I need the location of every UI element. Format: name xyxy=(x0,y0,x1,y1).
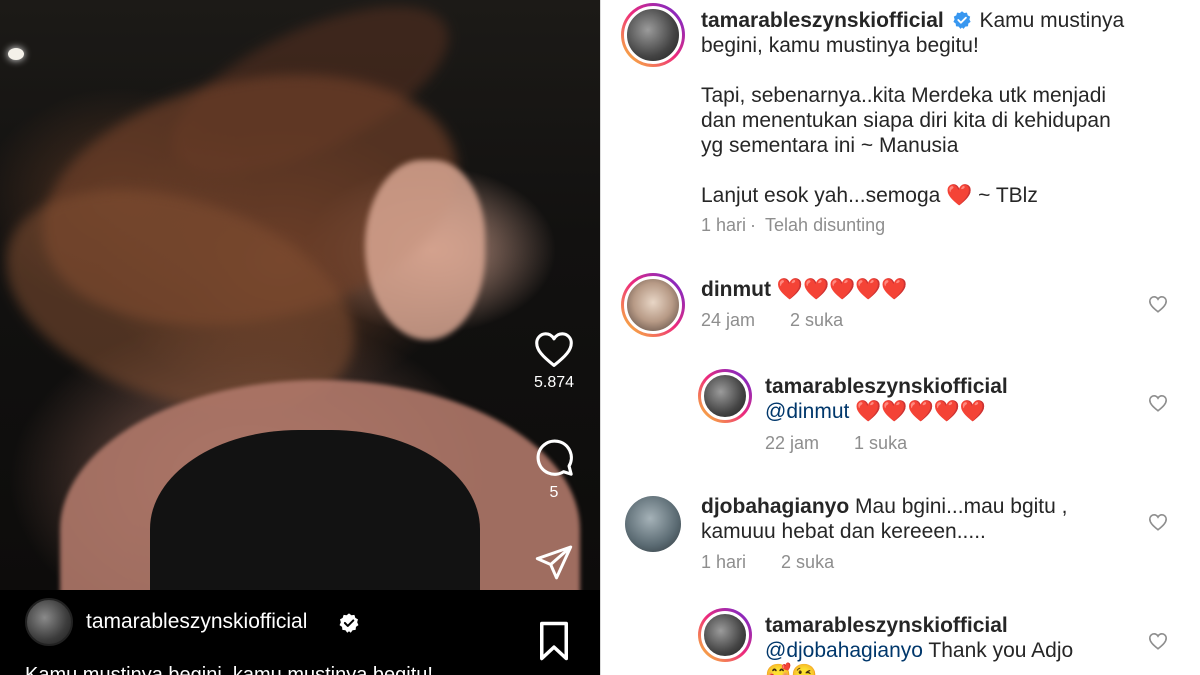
comment-body: 🥰😘 xyxy=(765,664,817,675)
reply-username-line: tamarableszynskiofficial xyxy=(765,374,1008,399)
post-edited: Telah disunting xyxy=(765,215,886,235)
like-heart-icon[interactable] xyxy=(1148,513,1168,531)
share-icon[interactable] xyxy=(534,542,574,582)
comment-time[interactable]: 1 hari xyxy=(701,552,746,572)
caption-line: Tapi, sebenarnya..kita Merdeka utk menja… xyxy=(701,84,1107,107)
comment-likes[interactable]: 1 suka xyxy=(854,433,907,453)
avatar[interactable] xyxy=(625,496,681,552)
mention-link[interactable]: @djobahagianyo xyxy=(765,639,923,662)
caption-line: Lanjut esok yah...semoga ❤️ ~ TBlz xyxy=(701,184,1038,207)
reel-video-panel[interactable]: 5.874 5 tamarableszynskiofficial Kamu mu… xyxy=(0,0,600,675)
comment-meta: 24 jam 2 suka xyxy=(701,310,873,331)
like-heart-icon[interactable] xyxy=(1148,632,1168,650)
bookmark-icon[interactable] xyxy=(536,620,572,662)
avatar[interactable] xyxy=(698,608,752,662)
comment-body: ❤️❤️❤️❤️❤️ xyxy=(776,278,908,301)
comment-username[interactable]: tamarableszynskiofficial xyxy=(765,614,1008,637)
comment-username[interactable]: tamarableszynskiofficial xyxy=(765,375,1008,398)
post-time[interactable]: 1 hari xyxy=(701,215,746,235)
comment-meta: 1 hari 2 suka xyxy=(701,552,864,573)
avatar[interactable] xyxy=(621,3,685,67)
caption-line: begini, kamu mustinya begitu! xyxy=(701,34,979,57)
caption-line: dan menentukan siapa diri kita di kehidu… xyxy=(701,109,1111,132)
mention-link[interactable]: @dinmut xyxy=(765,400,849,423)
verified-badge-icon xyxy=(953,11,971,29)
reply-username-line: tamarableszynskiofficial xyxy=(765,613,1008,638)
comment-time[interactable]: 22 jam xyxy=(765,433,819,453)
reply-text: @dinmut ❤️❤️❤️❤️❤️ xyxy=(765,399,986,424)
author-username[interactable]: tamarableszynskiofficial xyxy=(86,610,307,634)
likes-count: 5.874 xyxy=(533,374,575,391)
caption-line: yg sementara ini ~ Manusia xyxy=(701,134,959,157)
heart-icon[interactable] xyxy=(533,330,575,368)
share-action[interactable] xyxy=(524,542,584,582)
comment-likes[interactable]: 2 suka xyxy=(790,310,843,330)
comment-action[interactable]: 5 xyxy=(524,436,584,502)
like-heart-icon[interactable] xyxy=(1148,295,1168,313)
reply-emoji-line: 🥰😘 xyxy=(765,663,817,675)
video-content-light xyxy=(8,48,24,60)
comment-text: djobahagianyo Mau bgini...mau bgitu , ka… xyxy=(701,494,1131,544)
video-author-bar: tamarableszynskiofficial Kamu mustinya b… xyxy=(0,590,600,675)
comment-text: dinmut ❤️❤️❤️❤️❤️ xyxy=(701,277,908,302)
reply-text: @djobahagianyo Thank you Adjo xyxy=(765,638,1073,663)
post-username[interactable]: tamarableszynskiofficial xyxy=(701,9,944,32)
comment-likes[interactable]: 2 suka xyxy=(781,552,834,572)
caption-line: Kamu mustinya xyxy=(979,9,1125,32)
comment-body: kamuuu hebat dan kereeen..... xyxy=(701,520,986,543)
like-action[interactable]: 5.874 xyxy=(524,330,584,392)
comments-count: 5 xyxy=(549,484,559,501)
post-meta: 1 hari · Telah disunting xyxy=(701,215,886,235)
comment-body: Thank you Adjo xyxy=(928,639,1074,662)
comment-username[interactable]: dinmut xyxy=(701,278,771,301)
caption-preview[interactable]: Kamu mustinya begini, kamu mustinya begi… xyxy=(25,664,455,675)
like-heart-icon[interactable] xyxy=(1148,394,1168,412)
avatar[interactable] xyxy=(698,369,752,423)
video-content-face xyxy=(365,160,485,340)
video-frame[interactable] xyxy=(0,0,600,675)
avatar[interactable] xyxy=(25,598,73,646)
comment-username[interactable]: djobahagianyo xyxy=(701,495,849,518)
comments-panel: tamarableszynskiofficial Kamu mustinya b… xyxy=(600,0,1200,675)
comment-meta: 22 jam 1 suka xyxy=(765,433,937,454)
comment-time[interactable]: 24 jam xyxy=(701,310,755,330)
comment-body: Mau bgini...mau bgitu , xyxy=(855,495,1068,518)
post-caption: tamarableszynskiofficial Kamu mustinya b… xyxy=(701,8,1181,208)
verified-badge-icon xyxy=(339,613,359,633)
comment-body: ❤️❤️❤️❤️❤️ xyxy=(855,400,986,423)
comment-icon[interactable] xyxy=(533,436,575,478)
avatar[interactable] xyxy=(621,273,685,337)
